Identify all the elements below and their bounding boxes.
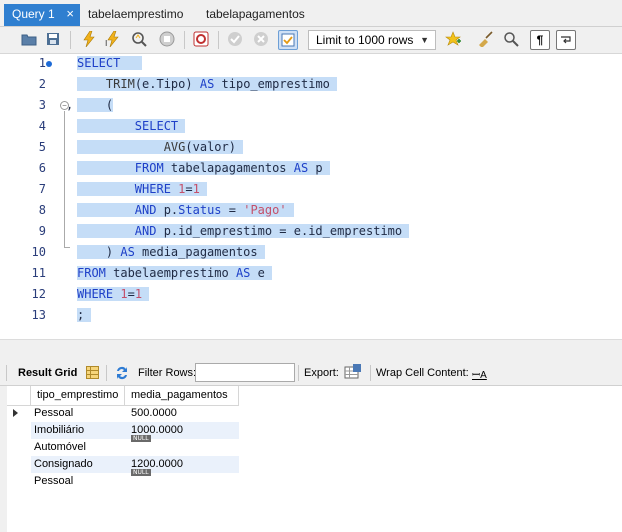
code-line-13: ; bbox=[77, 308, 92, 322]
cell-media-null[interactable]: NULL bbox=[131, 435, 151, 452]
execute-icon[interactable] bbox=[80, 30, 98, 48]
tab-tabelapagamentos[interactable]: tabelapagamentos bbox=[206, 4, 305, 26]
filter-rows-label: Filter Rows: bbox=[138, 367, 197, 379]
column-header[interactable]: tipo_emprestimo bbox=[31, 386, 125, 406]
invisible-chars-icon[interactable]: ¶ bbox=[530, 30, 550, 50]
line-number: 2 bbox=[38, 77, 46, 91]
chevron-down-icon: ▼ bbox=[420, 35, 429, 45]
tab-query-1[interactable]: Query 1 × bbox=[4, 4, 80, 26]
beautify-broom-icon[interactable] bbox=[476, 30, 494, 48]
panel-splitter[interactable] bbox=[0, 339, 622, 362]
code-line-2: TRIM(e.Tipo) AS tipo_emprestimo bbox=[77, 75, 338, 94]
autocommit-icon[interactable] bbox=[278, 30, 298, 50]
line-number: 1 bbox=[38, 56, 46, 70]
find-icon[interactable] bbox=[502, 30, 520, 48]
line-number: 12 bbox=[31, 287, 46, 301]
cell-media[interactable]: 500.0000 bbox=[131, 405, 177, 422]
export-icon[interactable] bbox=[344, 364, 362, 384]
sql-editor[interactable]: 1 2 3 4 5 6 7 8 9 10 11 12 13 − , SELECT… bbox=[0, 54, 622, 339]
grid-view-icon[interactable] bbox=[86, 366, 99, 382]
filter-rows-input[interactable] bbox=[195, 363, 295, 382]
cell-tipo[interactable]: Consignado bbox=[34, 456, 93, 473]
line-number: 9 bbox=[38, 224, 46, 238]
add-snippet-star-icon[interactable] bbox=[444, 30, 462, 48]
current-line-dot-icon bbox=[46, 61, 52, 67]
limit-rows-value: Limit to 1000 rows bbox=[316, 33, 414, 47]
row-header-corner bbox=[7, 386, 31, 406]
code-line-6: FROM tabelapagamentos AS p bbox=[77, 159, 330, 178]
line-number: 11 bbox=[31, 266, 46, 280]
tab-tabelaemprestimo[interactable]: tabelaemprestimo bbox=[88, 4, 183, 26]
null-badge: NULL bbox=[131, 435, 151, 442]
cell-tipo[interactable]: Pessoal bbox=[34, 405, 73, 422]
tab-bar: Query 1 × tabelaemprestimo tabelapagamen… bbox=[0, 0, 622, 27]
null-badge: NULL bbox=[131, 469, 151, 476]
limit-rows-select[interactable]: Limit to 1000 rows ▼ bbox=[308, 30, 436, 50]
code-line-1: SELECT bbox=[77, 54, 143, 73]
refresh-icon[interactable] bbox=[114, 365, 130, 384]
execute-current-icon[interactable]: I bbox=[104, 30, 122, 48]
code-line-5: AVG(valor) bbox=[77, 138, 244, 157]
word-wrap-icon[interactable] bbox=[556, 30, 576, 50]
line-number: 8 bbox=[38, 203, 46, 217]
svg-text:I: I bbox=[105, 39, 107, 47]
current-row-arrow-icon bbox=[13, 409, 18, 417]
column-header[interactable]: media_pagamentos bbox=[125, 386, 239, 406]
save-icon[interactable] bbox=[44, 30, 62, 48]
result-grid[interactable]: tipo_emprestimo media_pagamentos Pessoal… bbox=[7, 386, 622, 532]
code-line-7: WHERE 1=1 bbox=[77, 180, 208, 199]
rollback-icon[interactable] bbox=[252, 30, 270, 48]
result-grid-label[interactable]: Result Grid bbox=[18, 367, 77, 379]
line-number: 6 bbox=[38, 161, 46, 175]
code-line-8: AND p.Status = 'Pago' bbox=[77, 201, 294, 220]
cell-tipo[interactable]: Imobiliário bbox=[34, 422, 84, 439]
line-number: 5 bbox=[38, 140, 46, 154]
code-line-11: FROM tabelaemprestimo AS e bbox=[77, 266, 273, 280]
toggle-continue-on-error-icon[interactable] bbox=[192, 30, 210, 48]
cell-media-null[interactable]: NULL bbox=[131, 469, 151, 486]
code-line-12: WHERE 1=1 bbox=[77, 285, 150, 304]
line-number: 10 bbox=[31, 245, 46, 259]
export-label: Export: bbox=[304, 367, 339, 379]
commit-icon[interactable] bbox=[226, 30, 244, 48]
cell-tipo[interactable]: Automóvel bbox=[34, 439, 86, 456]
tab-label: Query 1 bbox=[12, 7, 55, 21]
line-number: 7 bbox=[38, 182, 46, 196]
stop-icon[interactable] bbox=[158, 30, 176, 48]
open-folder-icon[interactable] bbox=[20, 30, 38, 48]
code-line-9: AND p.id_emprestimo = e.id_emprestimo bbox=[77, 222, 410, 241]
code-line-10: ) AS media_pagamentos bbox=[77, 245, 265, 259]
wrap-cell-label: Wrap Cell Content: bbox=[376, 367, 469, 379]
explain-icon[interactable] bbox=[130, 30, 148, 48]
line-number: 13 bbox=[31, 308, 46, 322]
wrap-cell-toggle-icon[interactable]: ꟷA bbox=[472, 367, 487, 381]
line-number: 4 bbox=[38, 119, 46, 133]
code-line-4: SELECT bbox=[77, 117, 186, 136]
editor-toolbar: I Limit to 1000 rows ▼ ¶ bbox=[0, 27, 622, 54]
result-toolbar: Result Grid Filter Rows: Export: Wrap Ce… bbox=[0, 361, 622, 386]
code-line-3: ( bbox=[77, 98, 114, 112]
close-icon[interactable]: × bbox=[66, 4, 74, 24]
code-comma: , bbox=[66, 98, 74, 112]
line-number: 3 bbox=[38, 98, 46, 112]
cell-tipo[interactable]: Pessoal bbox=[34, 473, 73, 490]
